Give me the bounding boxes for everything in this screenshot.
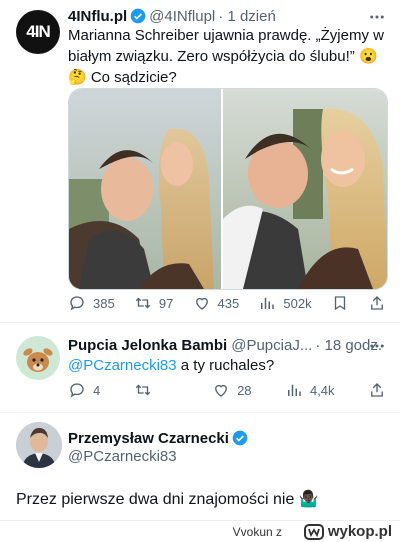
tweet-text-line: Marianna Schreiber ujawnia prawdę. „Żyje… bbox=[68, 27, 384, 44]
author-name[interactable]: 4INflu.pl bbox=[68, 8, 127, 25]
wykop-logo[interactable]: wykop.pl bbox=[303, 523, 392, 540]
like-count: 28 bbox=[237, 382, 252, 398]
author-handle[interactable]: @PCzarnecki83 bbox=[68, 448, 177, 465]
share-button[interactable] bbox=[368, 381, 386, 399]
reply-icon bbox=[70, 383, 84, 398]
avatar-logo-text: 4IN bbox=[26, 22, 50, 41]
reply-icon bbox=[70, 296, 84, 311]
verified-icon bbox=[232, 430, 248, 446]
tweet-4influ: 4IN 4INflu.pl @4INflupl · 1 dzień Marian… bbox=[0, 0, 400, 320]
heart-icon bbox=[215, 384, 228, 397]
avatar-4influ[interactable]: 4IN bbox=[16, 10, 60, 54]
author-handle-row: @PCzarnecki83 bbox=[68, 446, 177, 466]
wykop-icon bbox=[303, 523, 324, 540]
reply-text: a ty ruchales? bbox=[176, 357, 275, 374]
reply-button[interactable]: 385 bbox=[68, 294, 115, 312]
profile-photo bbox=[16, 422, 62, 468]
share-button[interactable] bbox=[368, 294, 386, 312]
tweet-media[interactable] bbox=[68, 88, 388, 290]
tweet-text: @PCzarnecki83 a ty ruchales? bbox=[68, 355, 388, 376]
tweet-reply-czarnecki: Przemysław Czarnecki @PCzarnecki83 Przez… bbox=[0, 412, 400, 520]
wykop-footer: Vvokun z wykop.pl bbox=[0, 520, 400, 542]
bookmark-button[interactable] bbox=[331, 294, 349, 312]
heart-icon bbox=[195, 297, 208, 310]
mention-link[interactable]: @PCzarnecki83 bbox=[68, 357, 177, 374]
retweet-button[interactable]: 97 bbox=[134, 294, 173, 312]
retweet-icon bbox=[135, 297, 151, 309]
author-name-row: Przemysław Czarnecki bbox=[68, 428, 251, 448]
retweet-count: 97 bbox=[158, 295, 174, 311]
tweet-header: 4INflu.pl @4INflupl · 1 dzień bbox=[68, 6, 276, 26]
views-count: 4,4k bbox=[309, 382, 335, 398]
views-icon bbox=[261, 297, 275, 309]
wykop-site: wykop.pl bbox=[327, 523, 392, 540]
reply-count: 4 bbox=[93, 382, 101, 398]
like-count: 435 bbox=[217, 295, 240, 311]
tweet-actions: 385 97 435 502k bbox=[68, 294, 386, 312]
views-button[interactable]: 502k bbox=[258, 294, 312, 312]
deer-avatar-image bbox=[16, 336, 60, 380]
reply-button[interactable]: 4 bbox=[68, 381, 100, 399]
photo-left[interactable] bbox=[69, 89, 221, 289]
footer-user: Vvokun z bbox=[232, 525, 282, 539]
tweet-text: Marianna Schreiber ujawnia prawdę. „Żyje… bbox=[68, 25, 388, 88]
views-icon bbox=[287, 384, 301, 396]
like-button[interactable]: 28 bbox=[212, 381, 252, 399]
tweet-text-line: Przez pierwsze dwa dni znajomości nie 🤷🏿… bbox=[16, 491, 319, 508]
tweet-time[interactable]: · 1 dzień bbox=[218, 8, 276, 25]
verified-icon bbox=[130, 8, 146, 24]
more-options-icon[interactable] bbox=[368, 8, 386, 26]
photo-right[interactable] bbox=[223, 89, 387, 289]
share-icon bbox=[371, 383, 383, 397]
more-options-icon[interactable] bbox=[368, 337, 386, 355]
tweet-text-line: białym związku. Zero współżycia do ślubu… bbox=[68, 48, 378, 65]
author-handle[interactable]: @4INflupl bbox=[149, 8, 215, 25]
author-name[interactable]: Przemysław Czarnecki bbox=[68, 430, 229, 447]
reply-count: 385 bbox=[93, 295, 115, 311]
bookmark-icon bbox=[334, 296, 345, 311]
tweet-reply-pupcia: Pupcia Jelonka Bambi @PupciaJ... · 18 go… bbox=[0, 322, 400, 412]
author-name[interactable]: Pupcia Jelonka Bambi bbox=[68, 337, 227, 354]
tweet-text: Przez pierwsze dwa dni znajomości nie 🤷🏿… bbox=[16, 489, 386, 510]
author-handle[interactable]: @PupciaJ... bbox=[231, 337, 312, 354]
tweet-actions: 4 28 4,4k bbox=[68, 381, 386, 399]
tweet-header: Pupcia Jelonka Bambi @PupciaJ... · 18 go… bbox=[68, 335, 382, 355]
views-count: 502k bbox=[283, 295, 312, 311]
retweet-icon bbox=[135, 384, 150, 396]
views-button[interactable]: 4,4k bbox=[285, 381, 335, 399]
avatar-czarnecki[interactable] bbox=[16, 422, 62, 468]
tweet-text-line: 🤔 Co sądzicie? bbox=[68, 69, 177, 86]
retweet-button[interactable] bbox=[134, 381, 179, 399]
like-button[interactable]: 435 bbox=[193, 294, 240, 312]
avatar-pupcia[interactable] bbox=[16, 336, 60, 380]
share-icon bbox=[371, 296, 383, 310]
